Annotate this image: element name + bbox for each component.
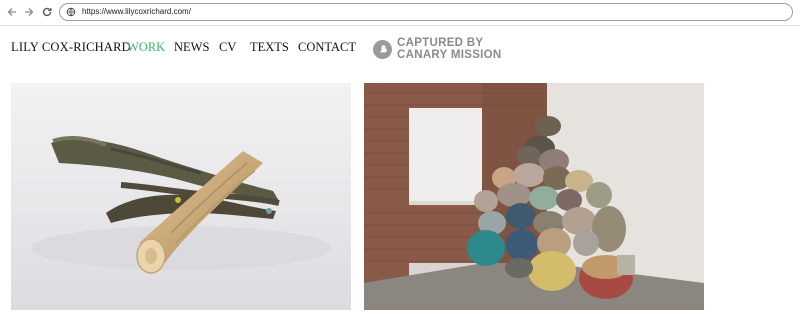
arrow-right-icon [25, 8, 34, 16]
site-header: LILY COX-RICHARD WORK NEWS CV TEXTS CONT… [0, 26, 800, 76]
nav-item-work[interactable]: WORK [127, 40, 165, 55]
badge-line-2: CANARY MISSION [397, 49, 502, 61]
address-bar[interactable]: https://www.lilycoxrichard.com/ [59, 3, 793, 21]
reload-icon [42, 7, 52, 17]
site-info-icon[interactable] [65, 6, 77, 18]
nav-item-news[interactable]: NEWS [174, 40, 209, 55]
site-brand-link[interactable]: LILY COX-RICHARD [11, 40, 131, 55]
canary-bird-icon [373, 39, 392, 59]
nav-item-texts[interactable]: TEXTS [250, 40, 289, 55]
work-image-logs[interactable] [11, 83, 351, 310]
forward-button[interactable] [21, 4, 37, 20]
canary-mission-badge: CAPTURED BY CANARY MISSION [373, 35, 502, 63]
nav-item-cv[interactable]: CV [219, 40, 236, 55]
url-text: https://www.lilycoxrichard.com/ [82, 7, 191, 16]
back-button[interactable] [4, 4, 20, 20]
browser-toolbar: https://www.lilycoxrichard.com/ [0, 0, 800, 26]
badge-line-1: CAPTURED BY [397, 37, 484, 49]
reload-button[interactable] [39, 4, 55, 20]
work-image-stones[interactable] [364, 83, 704, 310]
arrow-left-icon [7, 8, 16, 16]
nav-item-contact[interactable]: CONTACT [298, 40, 356, 55]
